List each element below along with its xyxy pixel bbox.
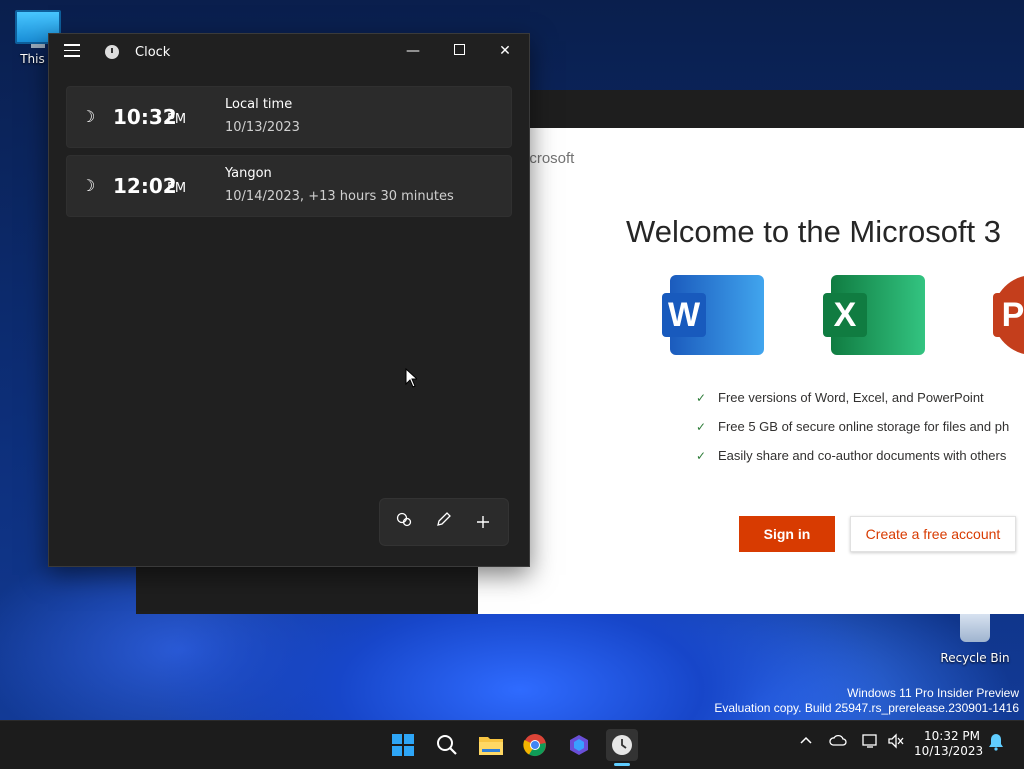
chevron-up-icon — [800, 736, 812, 744]
checkmark-icon: ✓ — [696, 420, 707, 434]
clock-app-icon — [105, 45, 119, 59]
office-welcome-window: icrosoft Welcome to the Microsoft 3 W X … — [478, 128, 1024, 614]
create-account-button[interactable]: Create a free account — [850, 516, 1016, 552]
clock-taskbar-button[interactable] — [606, 729, 638, 761]
edit-button[interactable] — [433, 511, 455, 533]
powerpoint-icon: P — [993, 275, 1024, 355]
feature-item: ✓ Free versions of Word, Excel, and Powe… — [696, 390, 984, 405]
chrome-icon — [523, 734, 546, 757]
feature-list: ✓ Free versions of Word, Excel, and Powe… — [696, 390, 1009, 477]
feature-item: ✓ Easily share and co-author documents w… — [696, 448, 1007, 463]
chrome-button[interactable] — [519, 729, 551, 761]
search-button[interactable] — [431, 729, 463, 761]
taskbar: 10:32 PM 10/13/2023 — [0, 720, 1024, 769]
moon-icon: ☽ — [81, 176, 96, 195]
clock-icon — [612, 735, 632, 755]
world-clock-card[interactable]: ☽ 10:32 PM Local time 10/13/2023 — [66, 86, 512, 148]
recycle-bin-icon — [960, 610, 990, 642]
desktop-icon-recycle-bin[interactable]: Recycle Bin — [939, 610, 1011, 665]
title-bar[interactable]: Clock — ✕ — [49, 34, 529, 70]
clock-subtext: 10/13/2023 — [225, 120, 300, 135]
start-button[interactable] — [387, 729, 419, 761]
hamburger-menu-icon[interactable] — [64, 44, 80, 58]
windows-watermark: Windows 11 Pro Insider Preview Evaluatio… — [714, 686, 1019, 715]
taskbar-clock[interactable]: 10:32 PM 10/13/2023 — [914, 729, 984, 759]
search-icon — [437, 735, 457, 755]
maximize-icon — [453, 44, 465, 55]
welcome-heading: Welcome to the Microsoft 3 — [626, 214, 1002, 249]
clock-city: Yangon — [225, 166, 272, 181]
window-title: Clock — [135, 45, 171, 60]
clock-window: Clock — ✕ ☽ 10:32 PM Local time 10/13/20… — [48, 33, 530, 567]
compare-clocks-icon — [396, 512, 412, 527]
folder-icon — [479, 737, 503, 755]
speaker-muted-icon — [888, 733, 904, 749]
excel-icon: X — [823, 275, 925, 355]
volume-status[interactable] — [887, 733, 905, 753]
sign-in-button[interactable]: Sign in — [739, 516, 835, 552]
clock-city: Local time — [225, 97, 293, 112]
clock-ampm: PM — [167, 181, 187, 196]
world-clock-card[interactable]: ☽ 12:02 PM Yangon 10/14/2023, +13 hours … — [66, 155, 512, 217]
show-hidden-icons-button[interactable] — [799, 733, 813, 751]
clock-toolbar — [379, 498, 509, 546]
moon-icon: ☽ — [81, 107, 96, 126]
clock-ampm: PM — [167, 112, 187, 127]
minimize-button[interactable]: — — [398, 40, 428, 62]
active-app-indicator — [614, 763, 630, 766]
bell-icon — [989, 734, 1003, 751]
checkmark-icon: ✓ — [696, 391, 707, 405]
recycle-bin-label: Recycle Bin — [940, 651, 1010, 665]
copilot-button[interactable] — [563, 729, 595, 761]
clock-subtext: 10/14/2023, +13 hours 30 minutes — [225, 189, 454, 204]
taskbar-time: 10:32 PM — [924, 729, 980, 743]
taskbar-date: 10/13/2023 — [914, 744, 984, 758]
network-icon — [862, 734, 877, 748]
microsoft-brand: icrosoft — [526, 150, 575, 167]
close-button[interactable]: ✕ — [490, 40, 520, 62]
notifications-button[interactable] — [988, 733, 1004, 755]
add-button[interactable] — [472, 511, 494, 533]
mouse-cursor-icon — [405, 368, 417, 388]
maximize-button[interactable] — [444, 40, 474, 62]
compare-button[interactable] — [393, 511, 415, 533]
word-icon: W — [662, 275, 764, 355]
cloud-icon — [829, 734, 847, 746]
feature-item: ✓ Free 5 GB of secure online storage for… — [696, 419, 1010, 434]
plus-icon — [477, 516, 489, 528]
pencil-icon — [437, 512, 451, 526]
windows-logo-icon — [392, 734, 414, 756]
file-explorer-button[interactable] — [475, 729, 507, 761]
checkmark-icon: ✓ — [696, 449, 707, 463]
network-status[interactable] — [861, 733, 879, 753]
copilot-icon — [570, 735, 588, 755]
onedrive-status[interactable] — [829, 733, 847, 751]
